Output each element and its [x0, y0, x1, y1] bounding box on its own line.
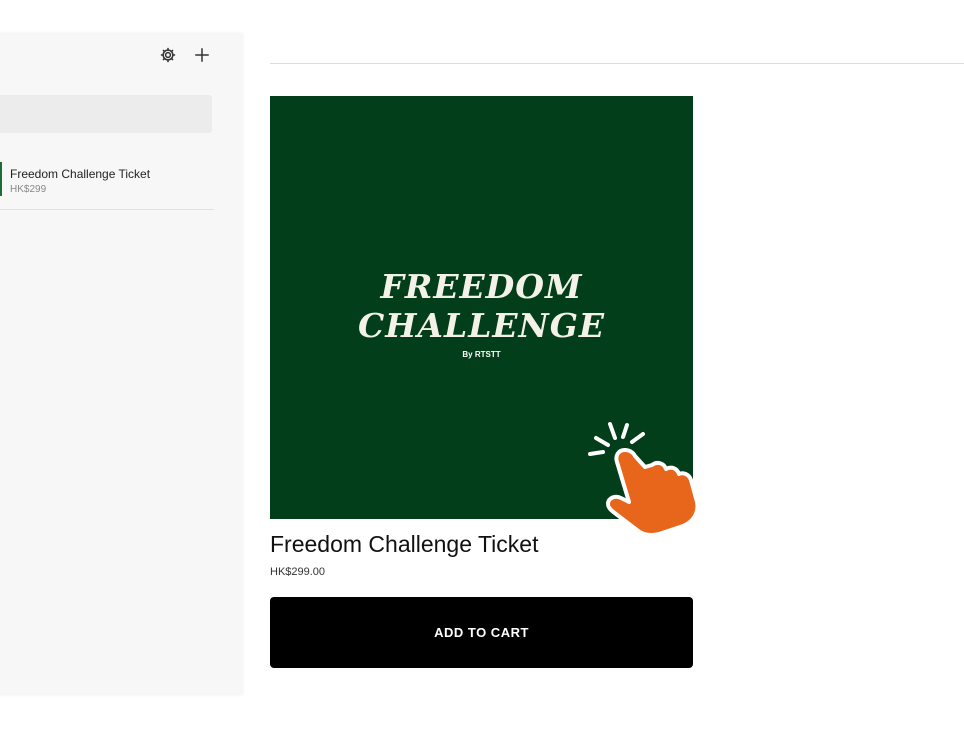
search-input[interactable]: [0, 95, 212, 133]
sidebar: Freedom Challenge Ticket HK$299: [0, 33, 242, 695]
list-item-price: HK$299: [10, 184, 47, 195]
divider: [270, 63, 964, 64]
pointer-hand-icon: [588, 422, 700, 537]
gear-icon[interactable]: [158, 45, 178, 65]
list-item[interactable]: Freedom Challenge Ticket HK$299: [0, 156, 214, 210]
product-title: Freedom Challenge Ticket: [270, 531, 539, 557]
image-title-line2: CHALLENGE: [357, 306, 606, 345]
add-to-cart-button[interactable]: ADD TO CART: [270, 597, 693, 668]
selected-indicator: [0, 162, 2, 196]
search-field[interactable]: [0, 95, 212, 133]
sidebar-actions: [158, 45, 212, 65]
add-icon[interactable]: [192, 45, 212, 65]
image-title-line1: FREEDOM: [380, 267, 583, 306]
product-price: HK$299.00: [270, 566, 326, 578]
list-item-title: Freedom Challenge Ticket: [10, 167, 151, 181]
image-byline: By RTSTT: [462, 350, 501, 359]
